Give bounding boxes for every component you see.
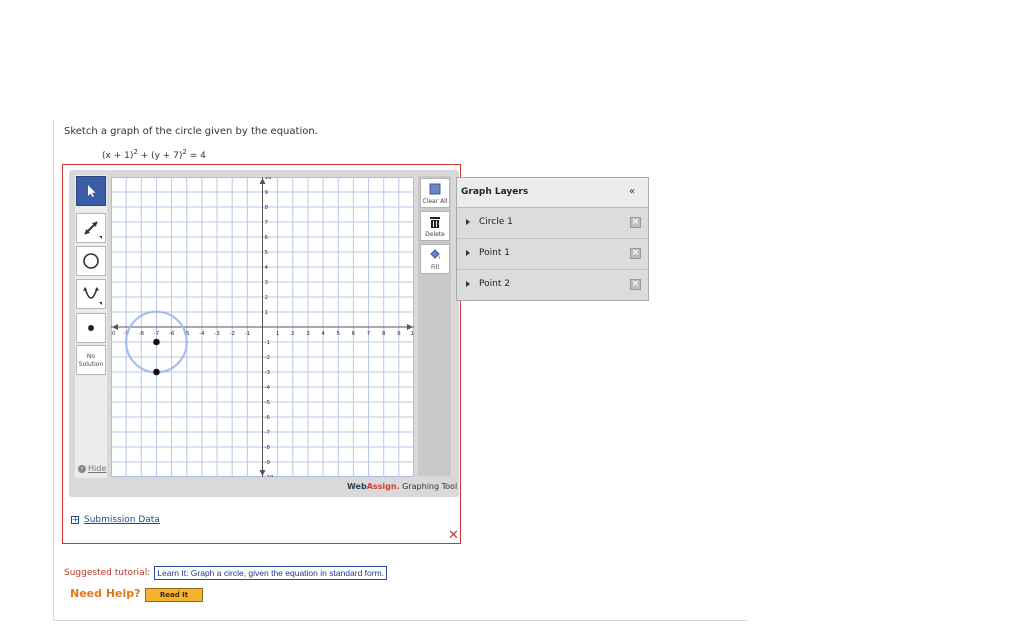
y-tick-label: -9 [265,460,271,466]
y-tick-label: -3 [265,370,271,376]
y-tick-label: 2 [265,295,269,301]
x-tick-label: -8 [139,331,145,337]
y-tick-label: -10 [265,475,274,477]
x-tick-label: 7 [367,331,371,337]
graphed-point [153,338,160,346]
delete-button[interactable]: Delete [420,211,450,241]
paint-bucket-icon [430,249,441,259]
fill-button[interactable]: Fill [420,244,450,274]
y-tick-label: -5 [265,400,271,406]
y-tick-label: -6 [265,415,271,421]
layer-row-circle-1[interactable]: Circle 1 × [457,208,648,239]
y-tick-label: 10 [265,177,272,181]
y-tick-label: 8 [265,205,269,211]
layer-label: Point 1 [479,248,510,258]
y-tick-label: -1 [265,340,270,346]
point-tool-button[interactable] [76,313,106,343]
layer-row-point-1[interactable]: Point 1 × [457,239,648,270]
x-tick-label: -7 [154,331,160,337]
point-icon [88,325,94,331]
x-tick-label: -6 [169,331,175,337]
circle-equation: (x + 1)2 + (y + 7)2 = 4 [102,148,206,161]
coordinate-grid[interactable]: -10 -9 -8 -7 -6 -5 -4 -3 -2 -1 1 2 3 4 5 6 7 8 9 10 10 9 8 7 6 5 4… [107,175,418,481]
pointer-tool-button[interactable] [76,176,106,206]
parabola-icon [83,287,102,305]
submission-data-toggle[interactable]: + Submission Data [71,515,160,525]
graph-layers-title: Graph Layers [461,187,529,197]
graphed-point [153,368,160,376]
suggested-tutorial: Suggested tutorial: Learn It: Graph a ci… [64,566,388,580]
y-tick-label: -4 [265,385,271,391]
x-tick-label: -4 [199,331,205,337]
collapse-icon: ‹ [78,464,86,473]
x-tick-label: 2 [291,331,295,337]
y-tick-label: -7 [265,430,271,436]
parabola-tool-button[interactable] [76,279,106,309]
x-tick-label: 3 [306,331,310,337]
close-icon[interactable]: ✕ [448,529,459,542]
y-tick-label: 6 [265,235,269,241]
x-tick-label: 6 [352,331,356,337]
layer-label: Point 2 [479,279,510,289]
delete-layer-icon[interactable]: × [630,279,641,290]
clear-icon [429,183,441,195]
trash-icon [430,217,440,228]
question-prompt: Sketch a graph of the circle given by th… [64,126,318,137]
clear-all-button[interactable]: Clear All [420,178,450,208]
tutorial-link[interactable]: Learn It: Graph a circle, given the equa… [154,566,388,580]
graph-area[interactable]: -10 -9 -8 -7 -6 -5 -4 -3 -2 -1 1 2 3 4 5 6 7 8 9 10 10 9 8 7 6 5 4… [107,175,418,481]
no-solution-button[interactable]: No Solution [76,345,106,375]
y-tick-label: 9 [265,190,269,196]
x-tick-label: 9 [397,331,401,337]
x-tick-label: -2 [229,331,234,337]
x-tick-label: -1 [245,331,250,337]
x-tick-label: -3 [214,331,220,337]
x-tick-label: 5 [337,331,341,337]
y-tick-label: -2 [265,355,270,361]
expand-caret-icon[interactable] [466,281,470,287]
x-tick-label: 4 [321,331,325,337]
y-tick-label: 1 [265,310,269,316]
layer-row-point-2[interactable]: Point 2 × [457,270,648,301]
y-tick-label: 3 [265,280,269,286]
circle-icon [83,253,99,269]
delete-layer-icon[interactable]: × [630,217,641,228]
line-tool-button[interactable] [76,213,106,243]
delete-layer-icon[interactable]: × [630,248,641,259]
graph-layers-header: Graph Layers « [457,178,648,208]
x-tick-label: 10 [411,331,415,337]
layer-label: Circle 1 [479,217,513,227]
cursor-icon [88,185,96,197]
y-tick-label: 5 [265,250,269,256]
line-segment-icon [84,221,102,239]
expand-caret-icon[interactable] [466,219,470,225]
graph-layers-panel: Graph Layers « Circle 1 × Point 1 × Poin… [456,177,649,301]
read-it-button[interactable]: Read It [145,588,203,602]
tutorial-prefix: Suggested tutorial: [64,568,151,578]
x-tick-label: -10 [111,331,116,337]
x-tick-label: 8 [382,331,386,337]
expand-caret-icon[interactable] [466,250,470,256]
y-tick-label: 7 [265,220,269,226]
circle-tool-button[interactable] [76,246,106,276]
need-help-label: Need Help? [70,587,141,600]
webassign-brand: WebAssign. Graphing Tool [347,482,458,491]
collapse-panel-icon[interactable]: « [629,186,635,197]
x-tick-label: 1 [276,331,280,337]
y-tick-label: -8 [265,445,271,451]
y-tick-label: 4 [265,265,269,271]
expand-box-icon[interactable]: + [71,516,79,524]
hide-toolbar-link[interactable]: ‹ Hide [78,464,106,473]
